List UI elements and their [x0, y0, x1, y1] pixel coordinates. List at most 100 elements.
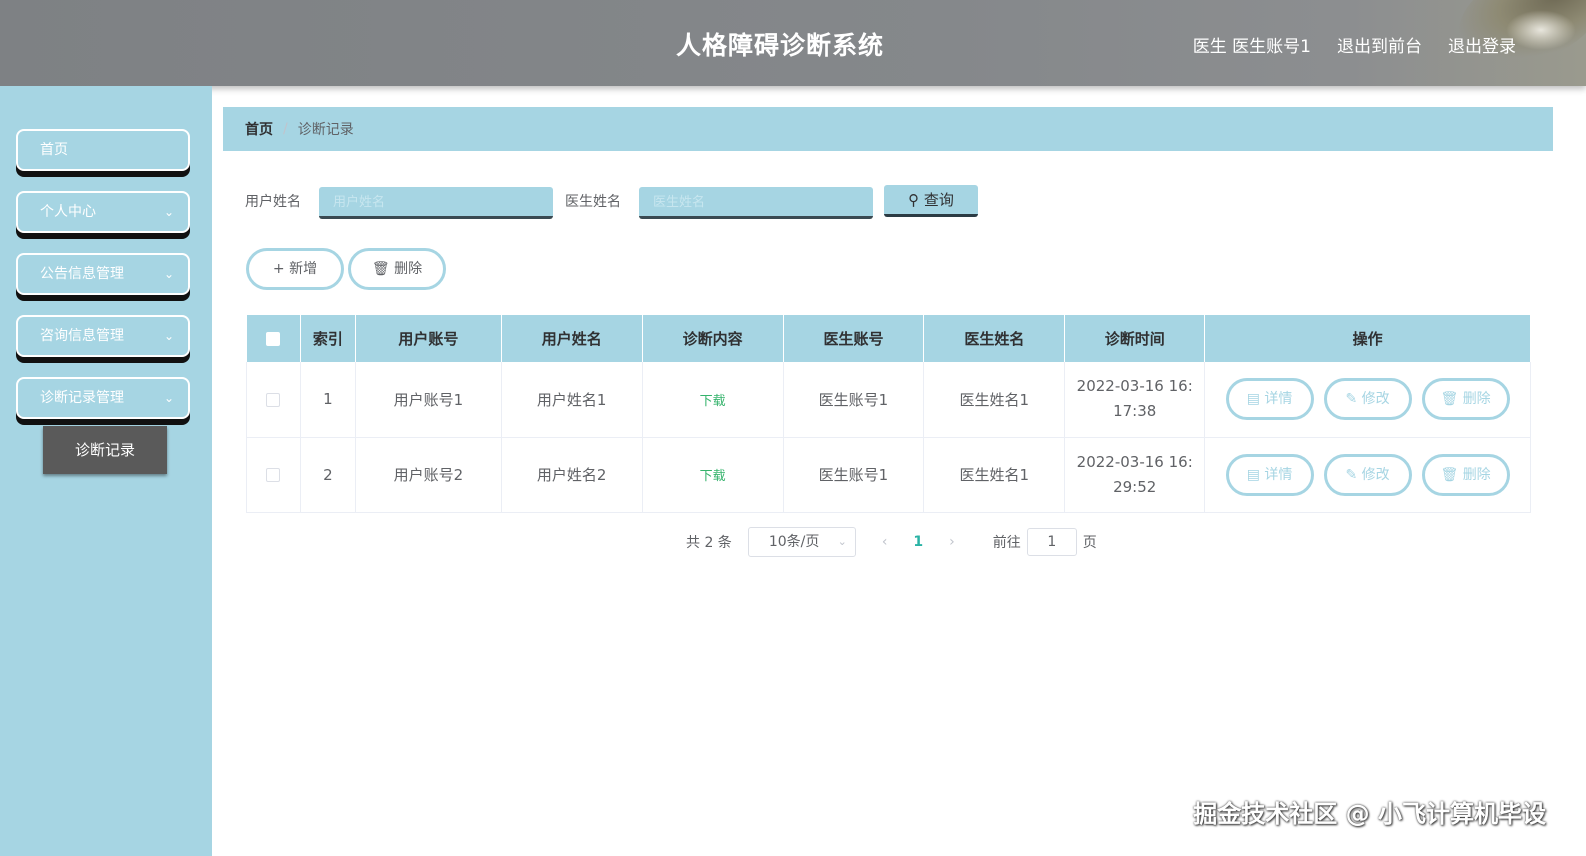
- query-label: 查询: [923, 191, 954, 209]
- document-icon: ▤: [1246, 391, 1260, 408]
- pagination: 共 2 条 10条/页 ⌄ ‹ 1 › 前往 1 页: [686, 527, 1097, 557]
- table-header-row: 索引 用户账号 用户姓名 诊断内容 医生账号 医生姓名 诊断时间 操作: [246, 315, 1531, 362]
- sidebar-item-home[interactable]: 首页: [16, 129, 190, 171]
- delete-label: 删除: [1462, 466, 1491, 483]
- breadcrumb: 首页 / 诊断记录: [223, 107, 1553, 151]
- time-line-1: 2022-03-16 16:: [1076, 377, 1193, 396]
- diagnosis-table: 索引 用户账号 用户姓名 诊断内容 医生账号 医生姓名 诊断时间 操作 1 用户…: [246, 315, 1531, 513]
- download-link[interactable]: 下载: [700, 469, 726, 484]
- column-header: 用户姓名: [501, 315, 643, 362]
- user-role: 医生: [1192, 37, 1227, 57]
- breadcrumb-home[interactable]: 首页: [245, 119, 273, 139]
- pagination-total: 共 2 条: [686, 535, 732, 551]
- chevron-down-icon: ⌄: [163, 329, 174, 343]
- edit-label: 修改: [1361, 391, 1390, 408]
- batch-delete-button[interactable]: 🗑 删除: [348, 248, 446, 290]
- detail-button[interactable]: ▤ 详情: [1225, 378, 1314, 421]
- row-select-cell: [246, 362, 301, 438]
- cell-user-name: 用户姓名1: [501, 362, 643, 438]
- column-header: 操作: [1204, 315, 1531, 362]
- chevron-down-icon: ⌄: [163, 391, 174, 405]
- sidebar-item-diagnosis[interactable]: 诊断记录管理 ⌄: [16, 377, 190, 419]
- edit-button[interactable]: ✎ 修改: [1323, 378, 1412, 421]
- download-link[interactable]: 下载: [700, 394, 726, 409]
- detail-button[interactable]: ▤ 详情: [1225, 453, 1314, 496]
- delete-button[interactable]: 🗑 删除: [1421, 453, 1510, 496]
- page-size-value: 10条/页: [768, 534, 820, 550]
- goto-page-input[interactable]: 1: [1026, 528, 1077, 556]
- select-all-checkbox[interactable]: [266, 332, 281, 346]
- delete-label: 删除: [394, 261, 423, 277]
- document-icon: ▤: [1246, 466, 1260, 483]
- cell-content: 下载: [642, 437, 784, 513]
- cell-user-name: 用户姓名2: [501, 437, 643, 513]
- top-header: 人格障碍诊断系统 医生 医生账号1 退出到前台 退出登录: [0, 0, 1586, 86]
- logout-link[interactable]: 退出登录: [1448, 32, 1516, 57]
- pencil-icon: ✎: [1345, 391, 1358, 408]
- select-all-cell: [246, 315, 301, 362]
- page-size-select[interactable]: 10条/页 ⌄: [747, 527, 856, 557]
- doctor-name-input[interactable]: [639, 187, 873, 219]
- detail-label: 详情: [1264, 391, 1293, 408]
- column-header: 医生姓名: [923, 315, 1066, 362]
- row-checkbox[interactable]: [266, 392, 281, 407]
- breadcrumb-separator: /: [283, 121, 288, 137]
- cell-index: 2: [300, 437, 356, 513]
- edit-button[interactable]: ✎ 修改: [1323, 453, 1412, 496]
- trash-icon: 🗑: [1440, 466, 1459, 483]
- cell-operations: ▤ 详情 ✎ 修改 🗑 删除: [1204, 362, 1531, 438]
- chevron-down-icon: ⌄: [163, 205, 174, 219]
- table-row: 2 用户账号2 用户姓名2 下载 医生账号1 医生姓名1 2022-03-16 …: [246, 437, 1531, 513]
- cell-time: 2022-03-16 16: 17:38: [1064, 362, 1206, 438]
- sidebar-item-consult[interactable]: 咨询信息管理 ⌄: [16, 315, 190, 357]
- user-name-input[interactable]: [319, 187, 553, 219]
- table-row: 1 用户账号1 用户姓名1 下载 医生账号1 医生姓名1 2022-03-16 …: [246, 362, 1531, 438]
- sidebar-item-label: 首页: [40, 142, 68, 158]
- chevron-down-icon: ⌄: [163, 267, 174, 281]
- user-name-label: 用户姓名: [245, 194, 301, 210]
- prev-page-icon[interactable]: ‹: [882, 534, 888, 550]
- cell-doctor-account: 医生账号1: [783, 362, 925, 438]
- column-header: 用户账号: [355, 315, 502, 362]
- cell-user-account: 用户账号2: [355, 437, 502, 513]
- cell-operations: ▤ 详情 ✎ 修改 🗑 删除: [1204, 437, 1531, 513]
- back-to-front-link[interactable]: 退出到前台: [1337, 32, 1422, 57]
- sidebar-item-notice[interactable]: 公告信息管理 ⌄: [16, 253, 190, 295]
- sidebar-item-label: 公告信息管理: [40, 266, 124, 282]
- watermark: 掘金技术社区 @ 小飞计算机毕设: [1193, 800, 1546, 828]
- pencil-icon: ✎: [1345, 466, 1358, 483]
- row-select-cell: [246, 437, 301, 513]
- delete-button[interactable]: 🗑 删除: [1421, 378, 1510, 421]
- page-number[interactable]: 1: [913, 534, 923, 550]
- add-button[interactable]: + 新增: [246, 248, 344, 290]
- row-checkbox[interactable]: [266, 468, 281, 482]
- column-header: 医生账号: [783, 315, 925, 362]
- cell-content: 下载: [642, 362, 784, 438]
- column-header: 诊断时间: [1064, 315, 1206, 362]
- user-name: 医生账号1: [1232, 37, 1311, 57]
- time-line-2: 17:38: [1113, 402, 1157, 421]
- doctor-name-label: 医生姓名: [565, 194, 621, 210]
- cell-doctor-name: 医生姓名1: [923, 362, 1066, 438]
- column-header: 索引: [300, 315, 356, 362]
- cell-doctor-account: 医生账号1: [783, 437, 925, 513]
- time-line-2: 29:52: [1113, 477, 1157, 496]
- cell-index: 1: [300, 362, 356, 438]
- plus-icon: +: [272, 261, 285, 277]
- sidebar-item-personal-center[interactable]: 个人中心 ⌄: [16, 191, 190, 233]
- cell-doctor-name: 医生姓名1: [923, 437, 1066, 513]
- user-info: 医生 医生账号1: [1193, 32, 1311, 57]
- sidebar-item-label: 诊断记录管理: [40, 390, 124, 406]
- sidebar-subitem-diagnosis-record[interactable]: 诊断记录: [43, 426, 167, 474]
- cell-time: 2022-03-16 16: 29:52: [1064, 437, 1206, 513]
- breadcrumb-current: 诊断记录: [297, 122, 354, 138]
- time-line-1: 2022-03-16 16:: [1076, 452, 1193, 471]
- chevron-down-icon: ⌄: [837, 535, 847, 548]
- sidebar-item-label: 咨询信息管理: [40, 328, 124, 344]
- add-label: 新增: [289, 261, 318, 277]
- trash-icon: 🗑: [371, 261, 390, 277]
- detail-label: 详情: [1264, 466, 1293, 483]
- next-page-icon[interactable]: ›: [949, 534, 955, 550]
- query-button[interactable]: ⚲ 查询: [884, 185, 978, 217]
- edit-label: 修改: [1361, 466, 1390, 483]
